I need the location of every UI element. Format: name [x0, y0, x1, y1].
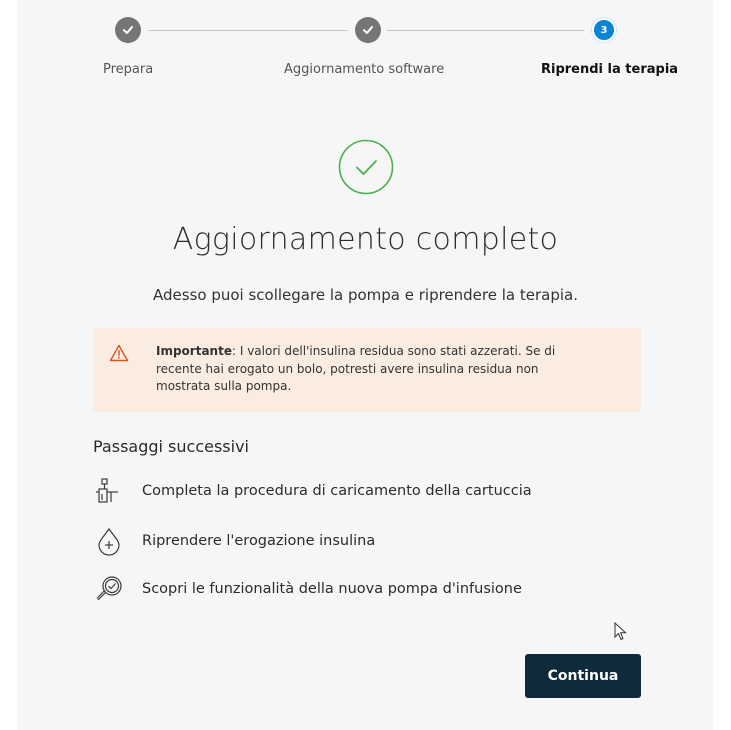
page-title: Aggiornamento completo: [172, 222, 559, 257]
step-3-indicator: 3: [592, 18, 616, 42]
list-item-discover-features: Scopri le funzionalità della nuova pompa…: [93, 573, 653, 605]
step-connector: [148, 30, 348, 31]
list-item-resume-insulin: Riprendere l'erogazione insulina: [93, 525, 653, 557]
list-item-label: Completa la procedura di caricamento del…: [142, 483, 532, 499]
list-item-cartridge: Completa la procedura di caricamento del…: [93, 475, 653, 507]
warning-icon: [109, 344, 129, 362]
alert-message: Importante: I valori dell'insulina resid…: [156, 343, 596, 396]
step-label-aggiornamento: Aggiornamento software: [284, 62, 445, 77]
next-steps-title: Passaggi successivi: [93, 437, 249, 456]
alert-strong-label: Importante: [156, 344, 232, 358]
success-check-icon: [338, 139, 394, 195]
step-label-riprendi: Riprendi la terapia: [541, 62, 679, 77]
list-item-label: Scopri le funzionalità della nuova pompa…: [142, 581, 522, 597]
step-1-check-icon: [115, 17, 141, 43]
drop-plus-icon: [93, 525, 125, 557]
magnifier-check-icon: [93, 573, 125, 605]
step-3-number: 3: [600, 24, 608, 36]
important-alert: Importante: I valori dell'insulina resid…: [93, 328, 641, 412]
step-2-check-icon: [355, 17, 381, 43]
cartridge-icon: [93, 475, 125, 507]
continue-button[interactable]: Continua: [525, 654, 641, 698]
list-item-label: Riprendere l'erogazione insulina: [142, 533, 376, 549]
step-label-prepara: Prepara: [103, 62, 154, 77]
mouse-pointer-icon: [614, 621, 628, 642]
step-connector: [387, 30, 584, 31]
page-subtitle: Adesso puoi scollegare la pompa e ripren…: [153, 286, 578, 304]
